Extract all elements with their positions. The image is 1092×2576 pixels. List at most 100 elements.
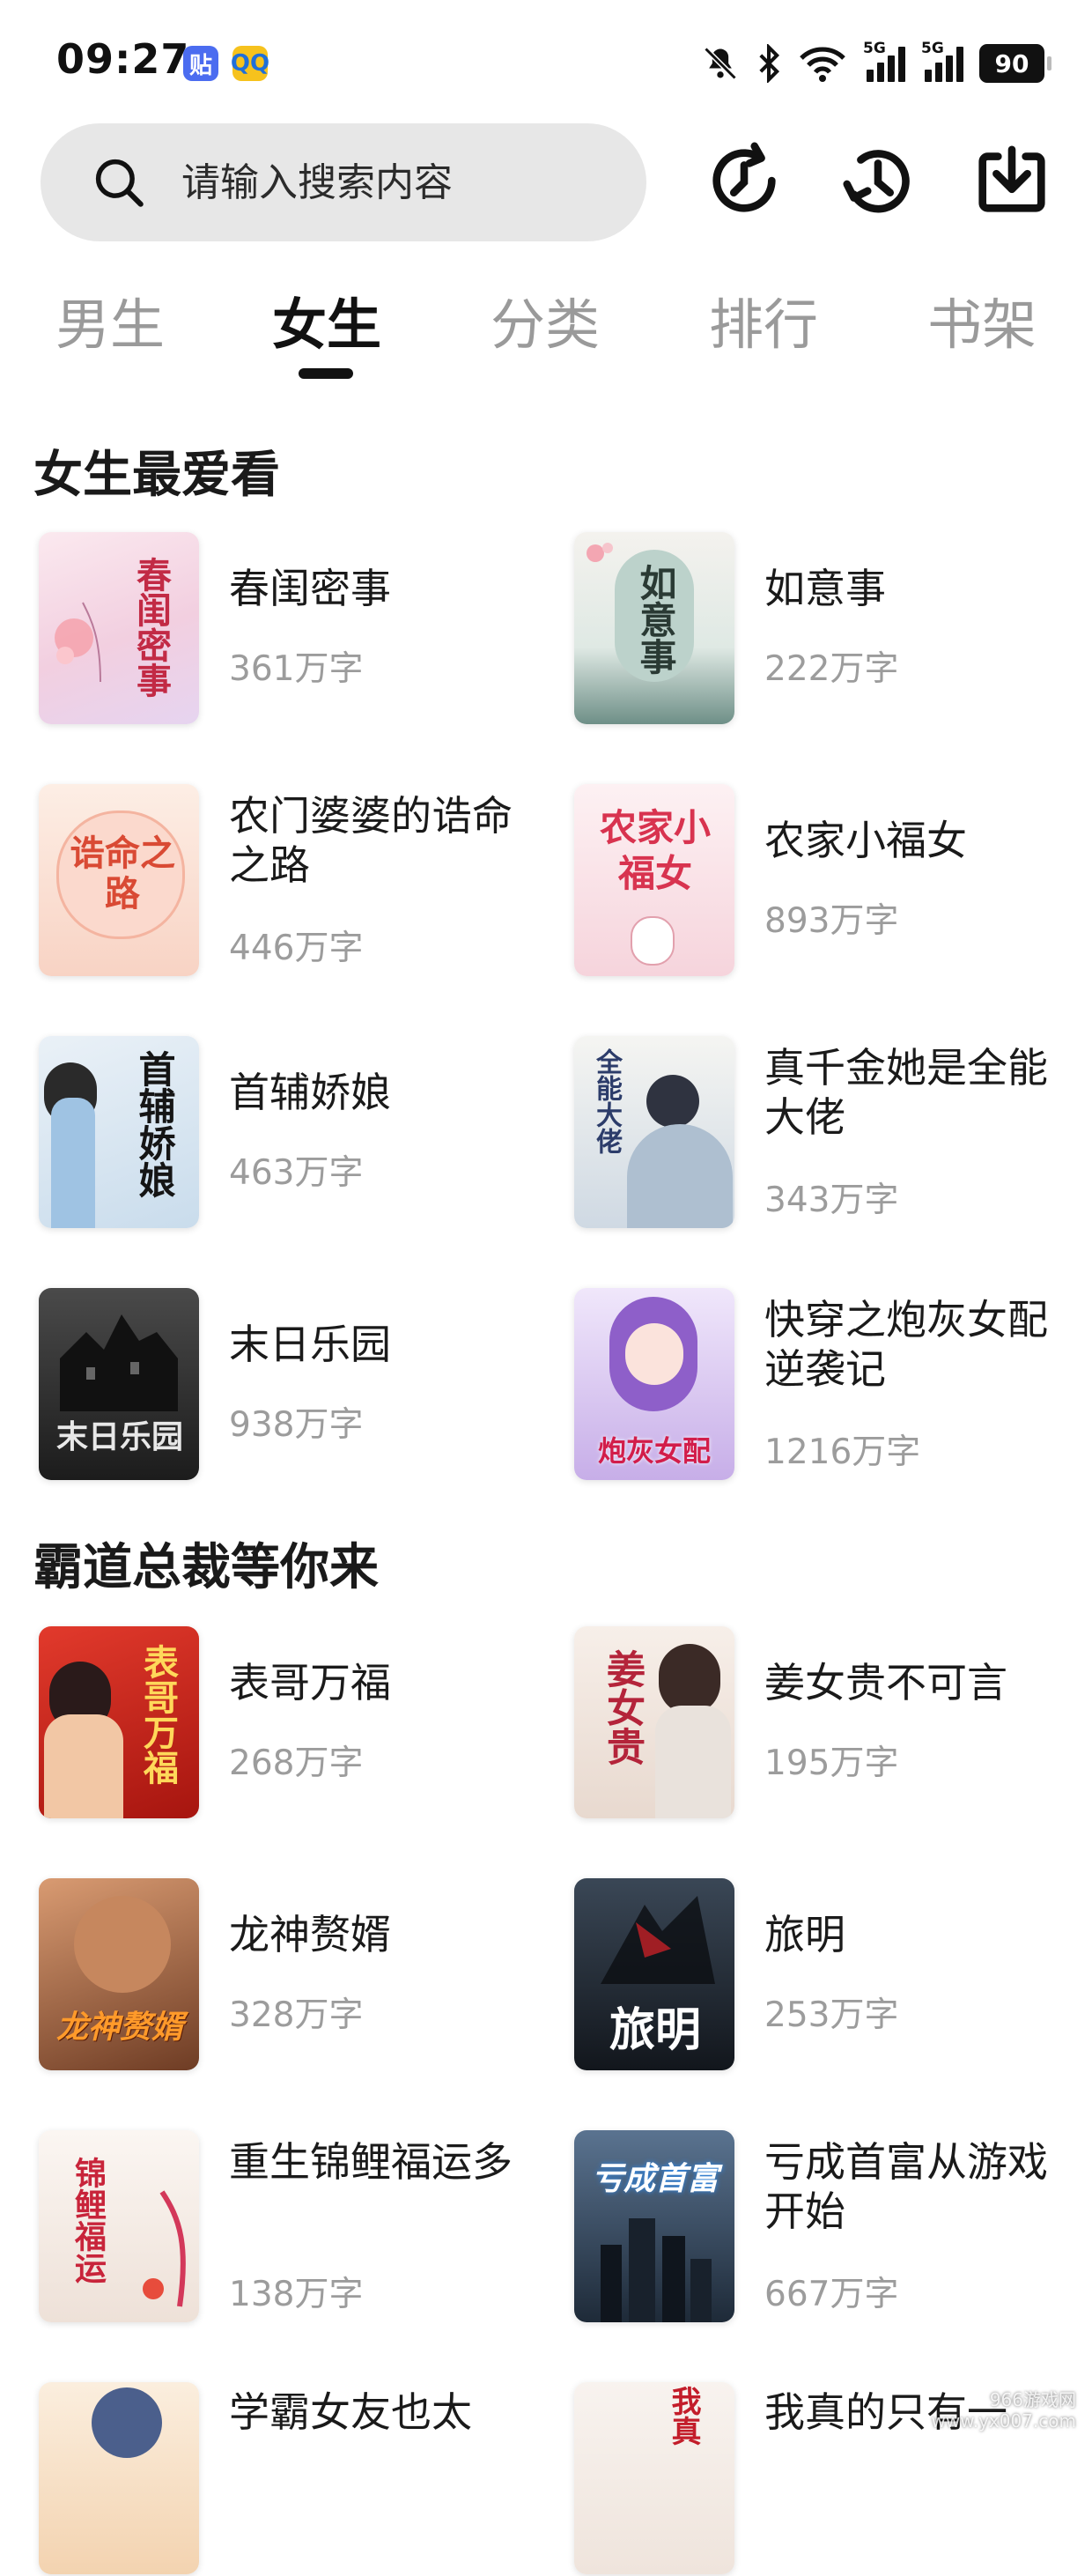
category-tabs: 男生 女生 分类 排行 书架 bbox=[0, 280, 1092, 386]
book-item[interactable]: 姜女贵 姜女贵不可言 195万字 bbox=[574, 1626, 1067, 1820]
book-item[interactable]: 末日乐园 末日乐园 938万字 bbox=[39, 1288, 532, 1482]
clock: 09:27 bbox=[56, 35, 190, 83]
bell-off-icon bbox=[704, 47, 737, 80]
status-bar: 09:27 贴 QQ 5G 5G 90 bbox=[0, 0, 1092, 123]
book-title: 农门婆婆的诰命之路 bbox=[229, 792, 513, 889]
book-item[interactable]: 亏成首富 亏成首富从游戏开始 667万字 bbox=[574, 2130, 1067, 2324]
book-cover: 我真 bbox=[574, 2382, 734, 2574]
book-cover: 全能大佬 bbox=[574, 1036, 734, 1228]
book-cover: 亏成首富 bbox=[574, 2130, 734, 2322]
book-word-count: 893万字 bbox=[764, 901, 899, 941]
search-bar[interactable] bbox=[41, 123, 646, 241]
tab-female[interactable]: 女生 bbox=[243, 280, 410, 359]
cover-title: 如意事 bbox=[634, 564, 677, 675]
cover-title: 锦鲤福运 bbox=[70, 2157, 107, 2284]
book-word-count: 195万字 bbox=[764, 1743, 899, 1783]
network-type-label: 5G bbox=[921, 40, 944, 57]
cover-title: 春闺密事 bbox=[130, 557, 172, 698]
book-cover: 表哥万福 bbox=[39, 1626, 199, 1818]
bluetooth-icon bbox=[759, 44, 780, 83]
cover-title: 旅明 bbox=[609, 2003, 701, 2057]
book-item[interactable]: 全能大佬 真千金她是全能大佬 343万字 bbox=[574, 1036, 1067, 1230]
cover-title: 全能大佬 bbox=[591, 1048, 622, 1154]
book-title: 真千金她是全能大佬 bbox=[764, 1044, 1048, 1141]
refresh-icon bbox=[712, 142, 776, 212]
book-item[interactable]: 学霸女友也太 bbox=[39, 2382, 532, 2576]
signal-icon: 5G bbox=[921, 40, 963, 82]
book-word-count: 938万字 bbox=[229, 1405, 364, 1445]
cover-title: 姜女贵 bbox=[600, 1649, 645, 1765]
signal-icon: 5G bbox=[863, 40, 905, 82]
book-word-count: 253万字 bbox=[764, 1995, 899, 2035]
section-title: 霸道总裁等你来 bbox=[33, 1539, 379, 1596]
book-item[interactable]: 首辅娇娘 首辅娇娘 463万字 bbox=[39, 1036, 532, 1230]
book-item[interactable]: 锦鲤福运 重生锦鲤福运多 138万字 bbox=[39, 2130, 532, 2324]
book-title: 重生锦鲤福运多 bbox=[229, 2138, 513, 2186]
book-item[interactable]: 龙神赘婿 龙神赘婿 328万字 bbox=[39, 1878, 532, 2072]
book-cover: 首辅娇娘 bbox=[39, 1036, 199, 1228]
book-cover: 炮灰女配 bbox=[574, 1288, 734, 1480]
watermark-line: 966游戏网 bbox=[989, 2389, 1076, 2410]
book-item[interactable]: 农家小福女 农家小福女 893万字 bbox=[574, 784, 1067, 978]
book-title: 姜女贵不可言 bbox=[764, 1659, 1007, 1706]
wifi-icon bbox=[800, 47, 845, 82]
search-icon bbox=[95, 159, 144, 207]
watermark-line: www.yx007.com bbox=[931, 2410, 1076, 2432]
network-type-label: 5G bbox=[863, 40, 886, 57]
book-title: 学霸女友也太 bbox=[229, 2388, 472, 2436]
book-cover: 如意事 bbox=[574, 532, 734, 724]
battery-icon: 90 bbox=[979, 44, 1051, 83]
refresh-button[interactable] bbox=[696, 132, 793, 229]
book-item[interactable]: 诰命之路 农门婆婆的诰命之路 446万字 bbox=[39, 784, 532, 978]
cover-title: 亏成首富 bbox=[591, 2161, 719, 2197]
cover-title: 首辅娇娘 bbox=[133, 1050, 176, 1198]
status-icons: 5G 5G 90 bbox=[701, 39, 1051, 88]
book-cover bbox=[39, 2382, 199, 2574]
book-title: 亏成首富从游戏开始 bbox=[764, 2138, 1048, 2235]
book-title: 如意事 bbox=[764, 565, 886, 612]
book-cover: 末日乐园 bbox=[39, 1288, 199, 1480]
book-item[interactable]: 表哥万福 表哥万福 268万字 bbox=[39, 1626, 532, 1820]
section-title: 女生最爱看 bbox=[33, 447, 280, 504]
book-title: 首辅娇娘 bbox=[229, 1069, 391, 1116]
book-item[interactable]: 春闺密事 春闺密事 361万字 bbox=[39, 532, 532, 726]
tab-category[interactable]: 分类 bbox=[461, 280, 629, 359]
book-word-count: 667万字 bbox=[764, 2275, 899, 2314]
book-title: 春闺密事 bbox=[229, 565, 391, 612]
book-cover: 春闺密事 bbox=[39, 532, 199, 724]
book-cover: 旅明 bbox=[574, 1878, 734, 2070]
book-word-count: 138万字 bbox=[229, 2275, 364, 2314]
book-title: 龙神赘婿 bbox=[229, 1911, 391, 1958]
book-word-count: 222万字 bbox=[764, 649, 899, 689]
download-icon bbox=[978, 145, 1045, 212]
book-item[interactable]: 旅明 旅明 253万字 bbox=[574, 1878, 1067, 2072]
tab-male[interactable]: 男生 bbox=[26, 280, 194, 359]
cover-title: 龙神赘婿 bbox=[55, 2009, 183, 2046]
cover-title: 表哥万福 bbox=[137, 1644, 179, 1785]
download-button[interactable] bbox=[963, 132, 1060, 229]
book-word-count: 446万字 bbox=[229, 929, 364, 968]
history-button[interactable] bbox=[830, 132, 926, 229]
book-item[interactable]: 炮灰女配 快穿之炮灰女配逆袭记 1216万字 bbox=[574, 1288, 1067, 1482]
book-title: 旅明 bbox=[764, 1911, 845, 1958]
cover-title: 诰命之路 bbox=[70, 833, 175, 914]
book-title: 农家小福女 bbox=[764, 817, 967, 864]
watermark: 966游戏网 www.yx007.com bbox=[931, 2389, 1076, 2432]
search-input[interactable] bbox=[180, 159, 641, 206]
book-title: 表哥万福 bbox=[229, 1659, 391, 1706]
book-item[interactable]: 如意事 如意事 222万字 bbox=[574, 532, 1067, 726]
book-title: 快穿之炮灰女配逆袭记 bbox=[764, 1296, 1048, 1393]
tab-ranking[interactable]: 排行 bbox=[680, 280, 847, 359]
cover-title: 我真 bbox=[666, 2386, 701, 2446]
qq-app-icon: QQ bbox=[231, 46, 269, 81]
tieba-app-icon: 贴 bbox=[183, 46, 218, 81]
history-icon bbox=[843, 150, 910, 213]
cover-title: 末日乐园 bbox=[55, 1418, 183, 1455]
book-cover: 锦鲤福运 bbox=[39, 2130, 199, 2322]
book-word-count: 1216万字 bbox=[764, 1432, 921, 1472]
cover-title: 农家小福女 bbox=[599, 806, 711, 895]
book-cover: 龙神赘婿 bbox=[39, 1878, 199, 2070]
tab-bookshelf[interactable]: 书架 bbox=[898, 280, 1066, 359]
book-word-count: 463万字 bbox=[229, 1153, 364, 1193]
active-tab-indicator bbox=[299, 368, 353, 379]
